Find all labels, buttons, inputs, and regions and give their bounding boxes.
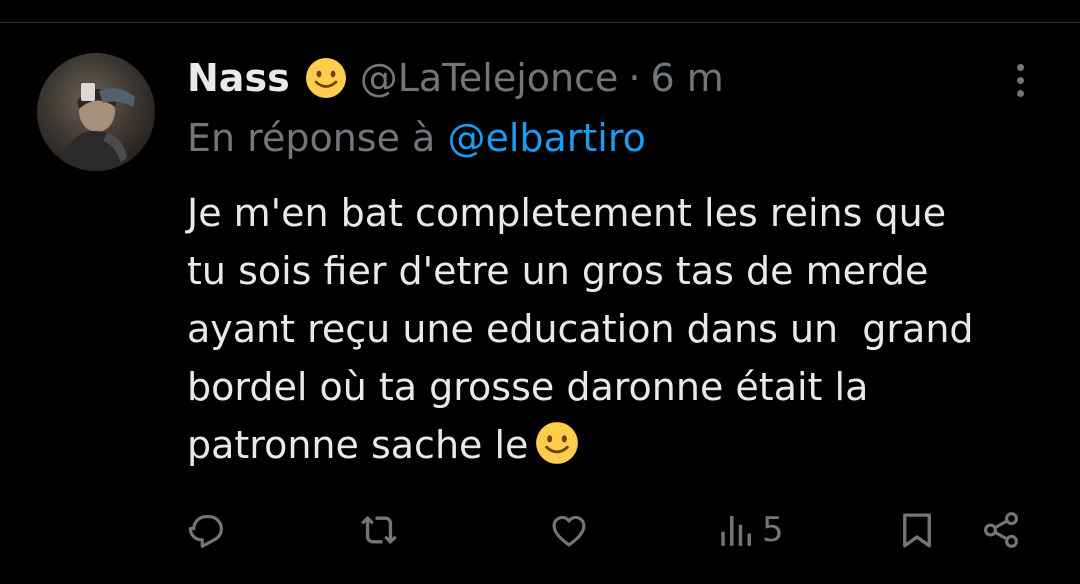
smiling-face-icon (534, 420, 580, 466)
like-button[interactable] (548, 505, 590, 555)
reply-button[interactable] (186, 505, 228, 555)
tweet-text-line: bordel où ta grosse daronne était la (187, 365, 869, 409)
tweet-header: Nass @LaTelejonce · 6 m (187, 54, 724, 102)
bookmark-button[interactable] (896, 505, 938, 555)
smiling-face-icon (304, 56, 348, 100)
reply-context: En réponse à @elbartiro (187, 116, 646, 160)
tweet-text-line: patronne sache le (187, 423, 529, 467)
tweet-text: Je m'en bat completement les reins que t… (187, 184, 1047, 474)
retweet-button[interactable] (358, 505, 400, 555)
tweet-text-line: tu sois fier d'etre un gros tas de merde (187, 249, 929, 293)
reply-prefix: En réponse à (187, 116, 436, 160)
avatar-photo (59, 83, 135, 171)
reply-icon (188, 514, 223, 548)
retweet-icon (361, 515, 397, 545)
tweet-actions-bar: 5 (0, 505, 1080, 555)
more-dot-icon (1016, 89, 1024, 97)
share-icon (984, 512, 1018, 548)
reply-mention-link[interactable]: @elbartiro (447, 116, 645, 160)
avatar[interactable] (37, 53, 155, 171)
tweet-text-line: Je m'en bat completement les reins que (187, 191, 947, 235)
bookmark-icon (903, 513, 931, 548)
user-handle[interactable]: @LaTelejonce (360, 56, 619, 100)
display-name[interactable]: Nass (187, 56, 290, 100)
tweet-text-last-line: patronne sache le (187, 416, 1047, 474)
more-dot-icon (1016, 76, 1024, 84)
tweet-text-line: ayant reçu une education dans un grand (187, 307, 974, 351)
more-options-button[interactable] (1006, 58, 1034, 102)
heart-icon (552, 515, 586, 547)
more-dot-icon (1016, 63, 1024, 71)
share-button[interactable] (980, 505, 1022, 555)
top-divider (0, 22, 1080, 23)
views-count: 5 (762, 510, 784, 550)
views-button[interactable]: 5 (716, 505, 784, 555)
views-icon (721, 516, 751, 546)
tweet-timestamp[interactable]: 6 m (650, 56, 723, 100)
separator-dot: · (628, 56, 641, 100)
